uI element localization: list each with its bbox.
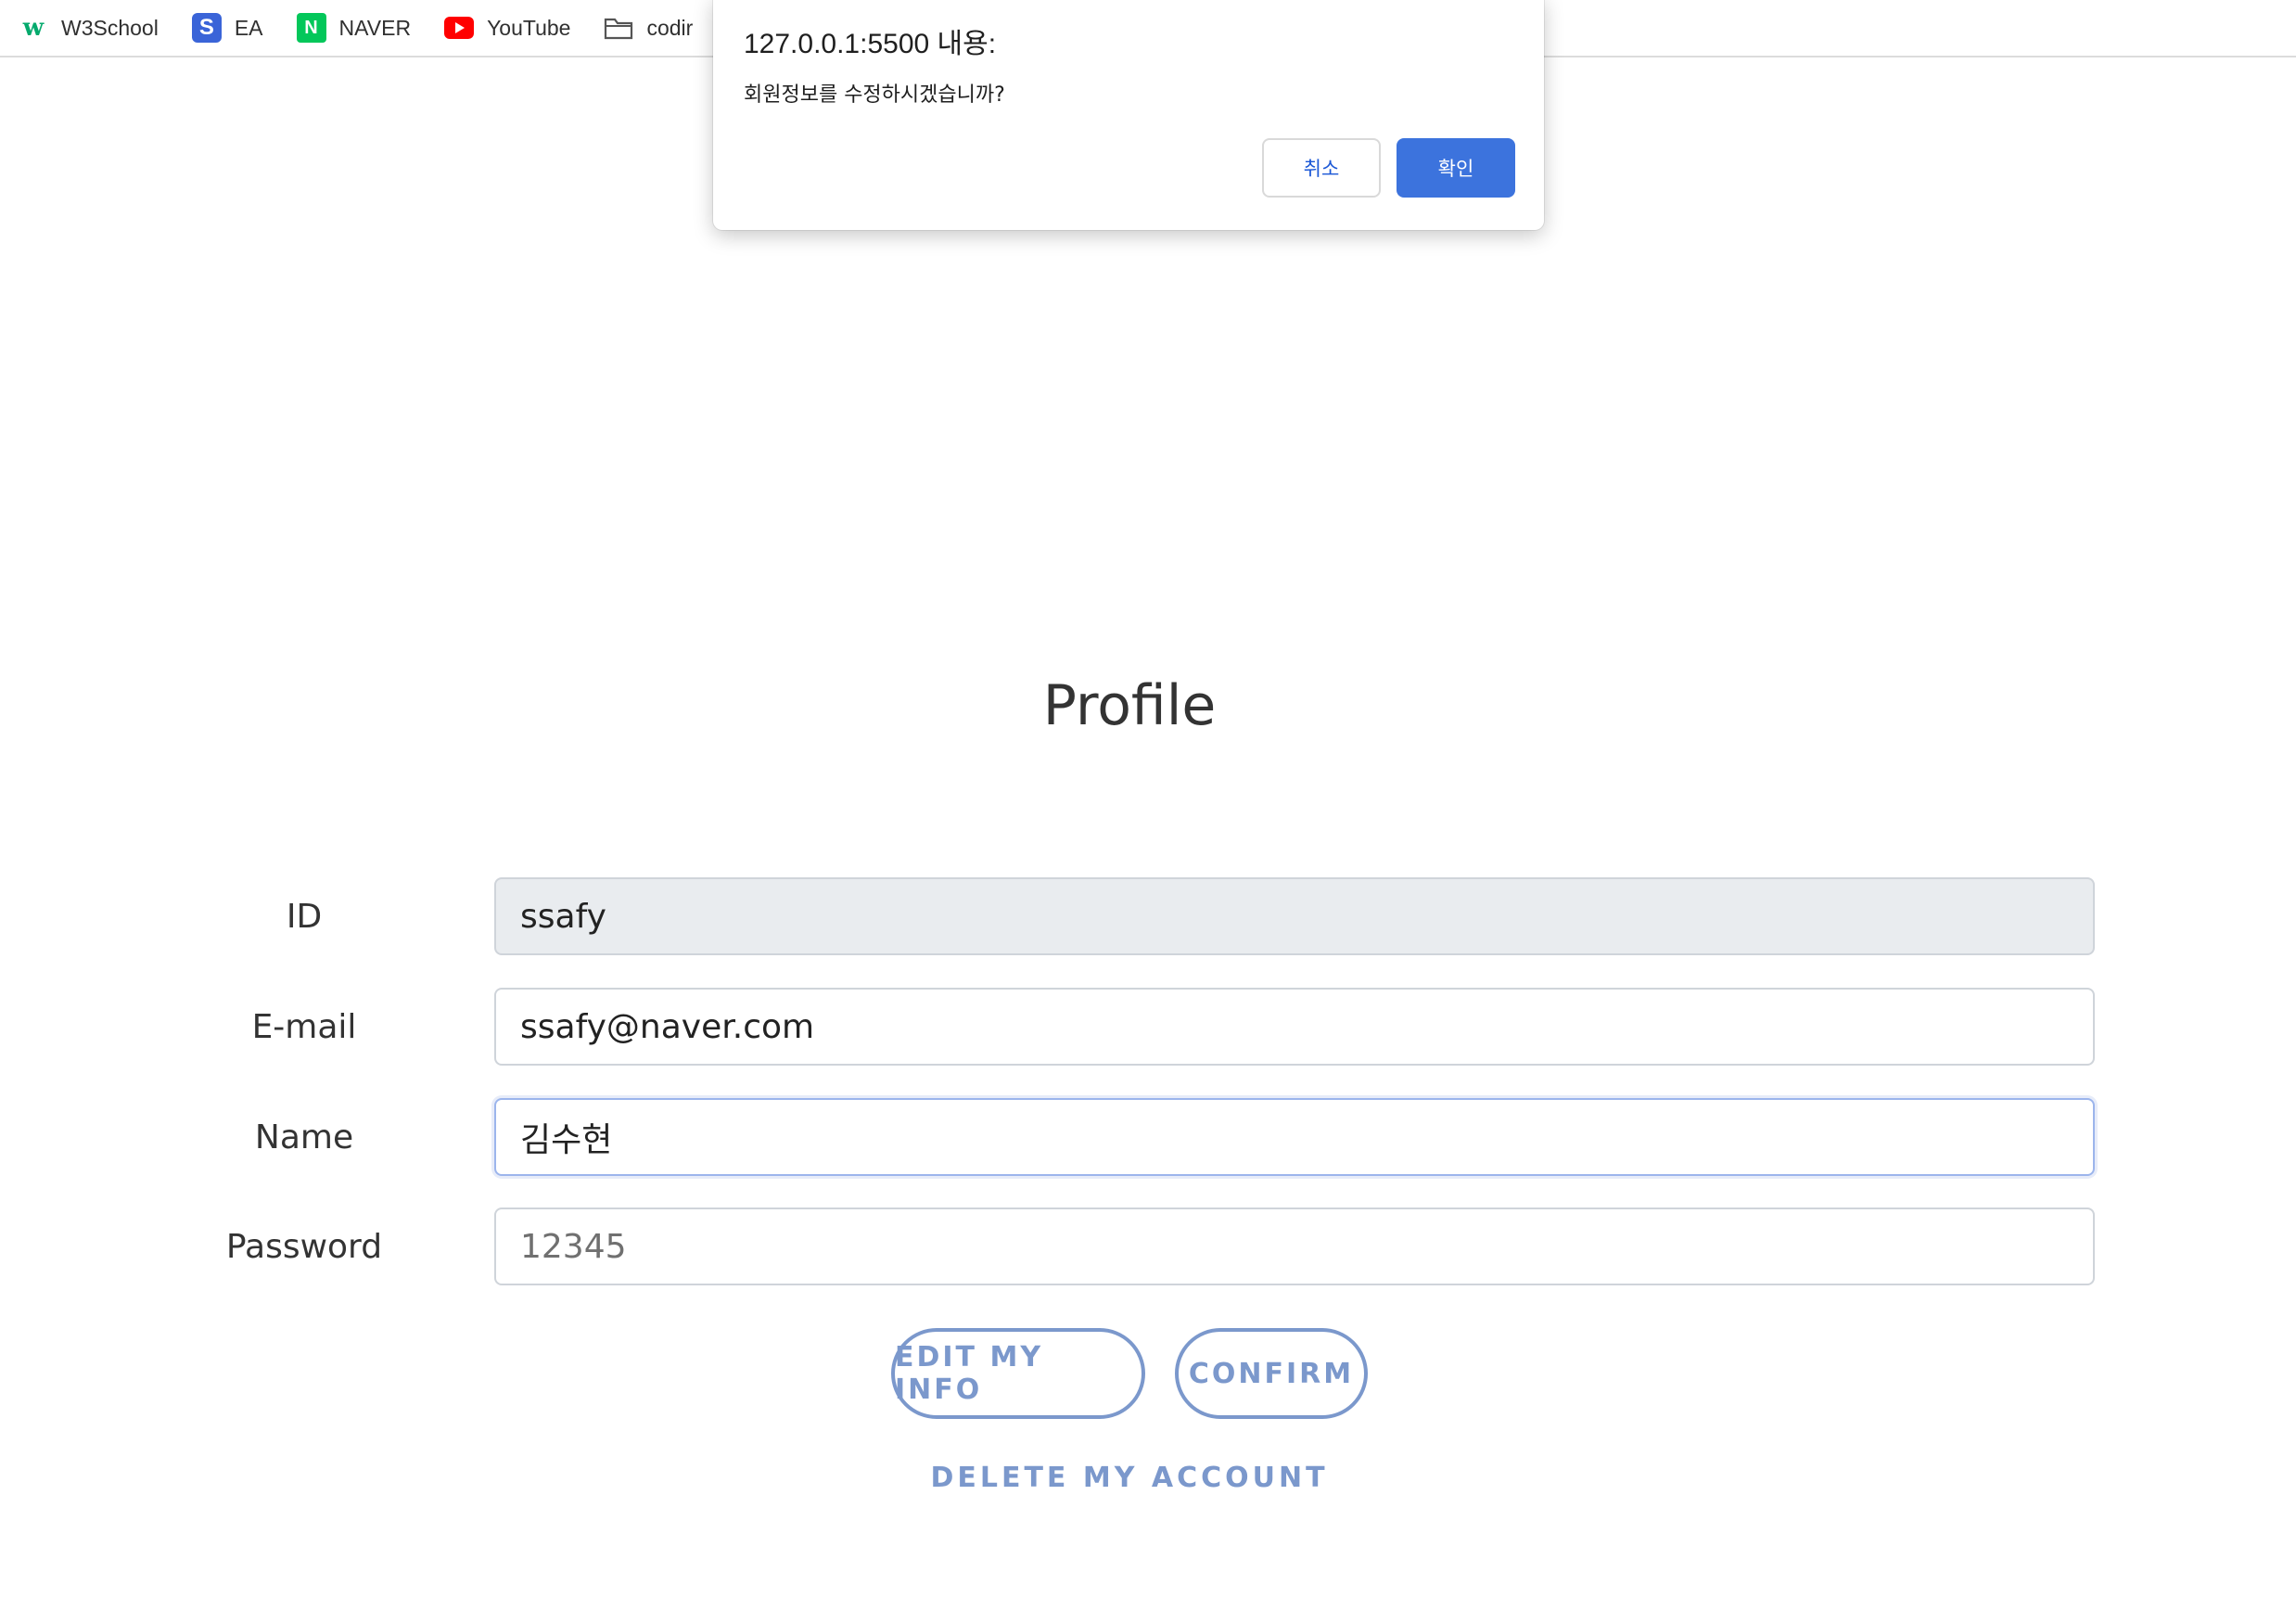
id-row: ID: [0, 877, 2296, 955]
edit-my-info-button[interactable]: EDIT MY INFO: [891, 1328, 1145, 1419]
id-label: ID: [286, 897, 323, 936]
name-field[interactable]: [494, 1098, 2095, 1176]
delete-account-link[interactable]: DELETE MY ACCOUNT: [0, 1462, 2259, 1494]
bookmark-label: codir: [646, 15, 694, 40]
bookmark-youtube[interactable]: YouTube: [426, 7, 585, 48]
dialog-title: 127.0.0.1:5500 내용:: [744, 29, 997, 59]
bookmark-naver[interactable]: N NAVER: [278, 7, 427, 48]
naver-icon: N: [296, 13, 326, 43]
page: w W3School S EA N NAVER YouTube codir 12…: [0, 0, 2296, 1610]
w3schools-icon: w: [22, 14, 45, 42]
name-row: Name: [0, 1098, 2296, 1176]
id-field[interactable]: [494, 877, 2095, 955]
bookmark-label: NAVER: [338, 15, 412, 40]
youtube-icon: [444, 13, 475, 43]
password-field[interactable]: [494, 1208, 2095, 1285]
page-title: Profile: [1042, 673, 1217, 738]
bookmark-label: EA: [234, 15, 263, 40]
dialog-message: 회원정보를 수정하시겠습니까?: [744, 83, 1005, 107]
bookmark-ea[interactable]: S EA: [173, 7, 278, 48]
cancel-button[interactable]: 취소: [1262, 138, 1381, 198]
password-label: Password: [225, 1227, 383, 1266]
ea-icon: S: [191, 13, 222, 43]
bookmark-folder[interactable]: codir: [585, 7, 708, 48]
bookmark-label: YouTube: [487, 15, 571, 40]
confirm-dialog: 127.0.0.1:5500 내용: 회원정보를 수정하시겠습니까? 취소 확인: [713, 0, 1544, 230]
confirm-button[interactable]: CONFIRM: [1175, 1328, 1368, 1419]
folder-icon: [604, 13, 633, 43]
email-row: E-mail: [0, 988, 2296, 1066]
name-label: Name: [254, 1118, 354, 1156]
password-row: Password: [0, 1208, 2296, 1285]
email-field[interactable]: [494, 988, 2095, 1066]
email-label: E-mail: [251, 1007, 357, 1046]
bookmark-w3school[interactable]: w W3School: [0, 7, 173, 48]
ok-button[interactable]: 확인: [1397, 138, 1515, 198]
bookmark-label: W3School: [61, 15, 159, 40]
